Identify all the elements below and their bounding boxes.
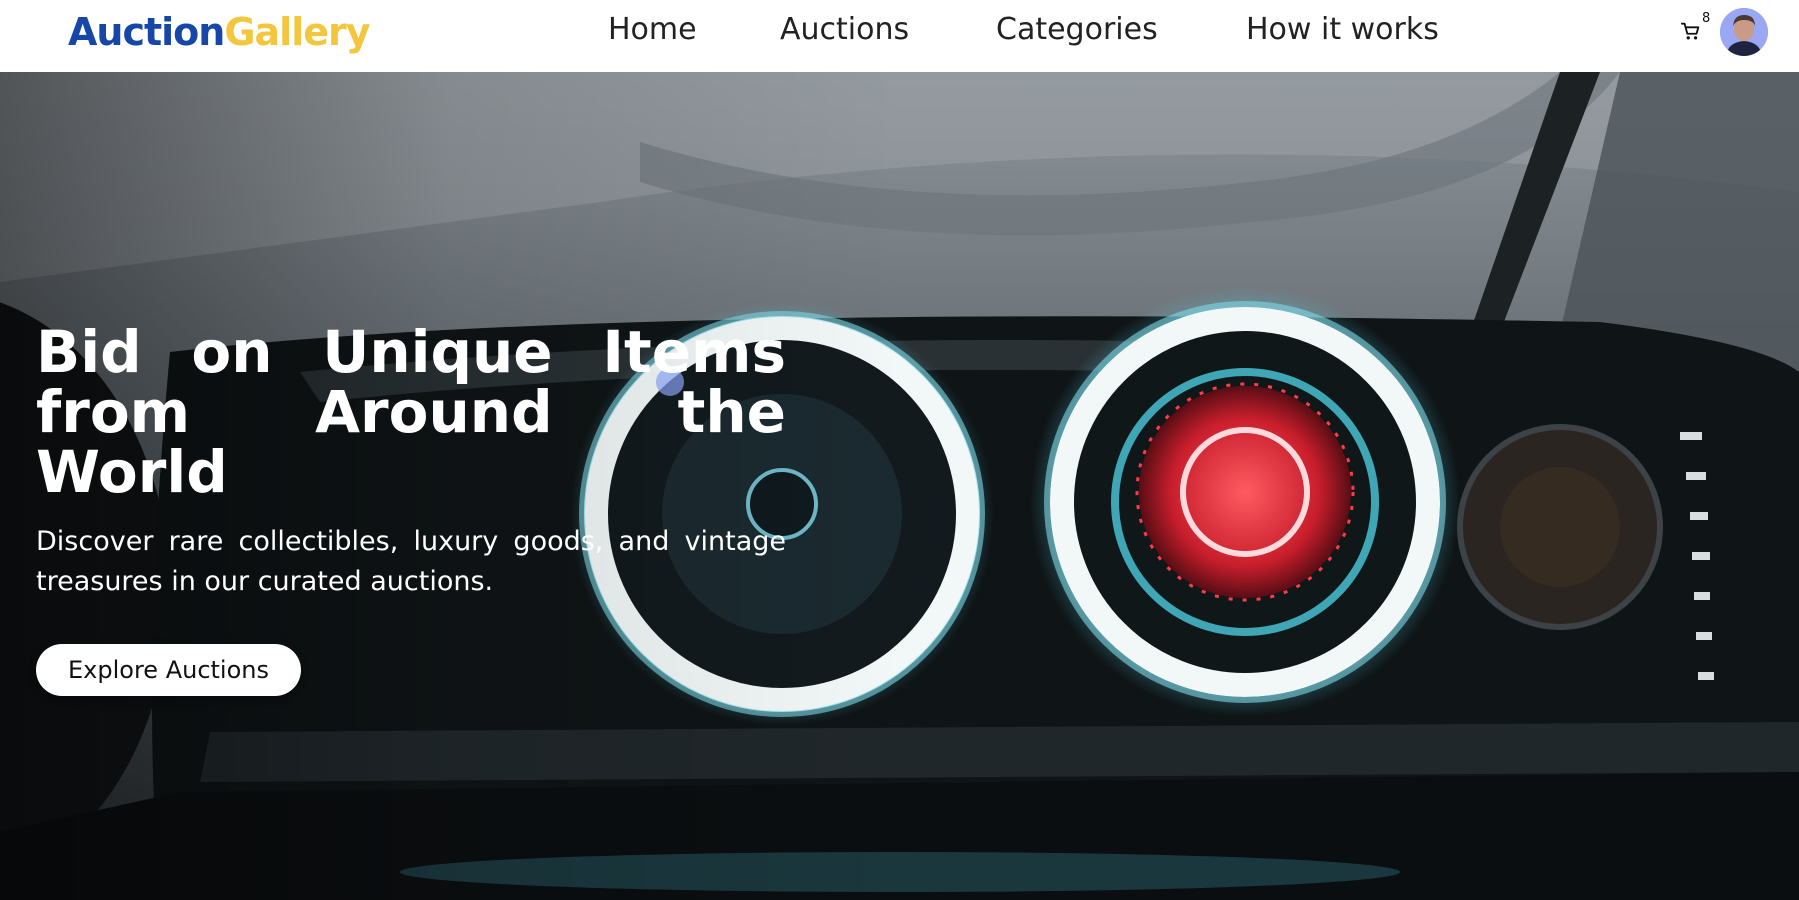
hero-subtitle: Discover rare collectibles, luxury goods…: [36, 526, 786, 597]
nav-link-how-it-works[interactable]: How it works: [1246, 10, 1439, 50]
nav-link-categories[interactable]: Categories: [996, 10, 1158, 50]
hero-content: Bid on Unique Items from Around the Worl…: [36, 322, 786, 696]
hero-section: Bid on Unique Items from Around the Worl…: [0, 72, 1799, 900]
nav-link-auctions[interactable]: Auctions: [780, 10, 909, 50]
nav-link-home[interactable]: Home: [608, 10, 697, 50]
avatar-image: [1720, 8, 1768, 56]
top-navbar: AuctionGallery Home Auctions Categories …: [0, 0, 1799, 72]
user-avatar[interactable]: [1720, 8, 1768, 56]
main-nav: Home Auctions Categories How it works: [0, 0, 1799, 62]
cart-button[interactable]: 8: [1680, 12, 1716, 50]
cart-count-badge: 8: [1702, 11, 1711, 26]
hero-title: Bid on Unique Items from Around the Worl…: [36, 318, 786, 506]
explore-auctions-button[interactable]: Explore Auctions: [36, 644, 301, 696]
cart-icon: [1680, 22, 1700, 40]
